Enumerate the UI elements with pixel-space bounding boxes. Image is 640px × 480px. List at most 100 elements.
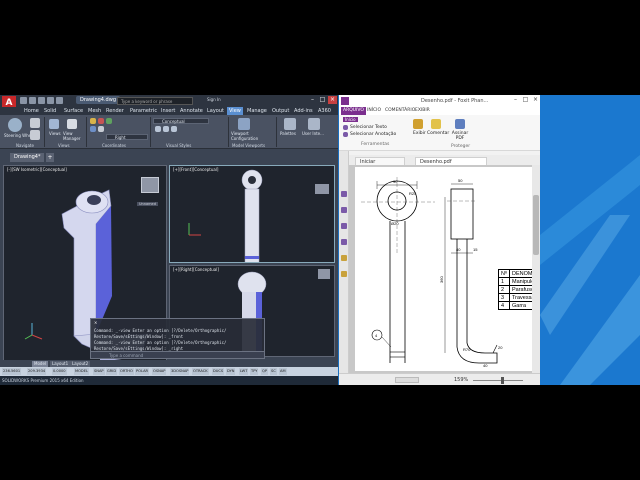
steering-wheel-icon[interactable]	[8, 118, 22, 132]
viewport-config-icon[interactable]	[238, 118, 250, 130]
pdf-maximize-icon[interactable]: □	[521, 96, 530, 104]
status-ducs[interactable]: DUCS	[212, 368, 225, 375]
tab-surface[interactable]: Surface	[64, 107, 83, 115]
scroll-thumb[interactable]	[533, 195, 539, 255]
status-lwt[interactable]: LWT	[239, 368, 249, 375]
ucs-world-icon[interactable]	[98, 126, 104, 132]
comment-label[interactable]: Comentar	[427, 131, 449, 136]
ucs-icon[interactable]	[90, 118, 96, 124]
ucs-z-icon[interactable]	[90, 126, 96, 132]
pdf-tab-exibir[interactable]: EXIBIR	[415, 107, 430, 115]
search-input[interactable]: Type a keyword or phrase	[117, 97, 193, 105]
pdf-close-icon[interactable]: ×	[531, 96, 540, 104]
redo-icon[interactable]	[56, 97, 63, 104]
tab-mesh[interactable]: Mesh	[88, 107, 101, 115]
pdf-tab-iniciar[interactable]: Iniciar	[355, 157, 405, 165]
view-manager-icon[interactable]	[67, 119, 77, 129]
tab-solid[interactable]: Solid	[44, 107, 56, 115]
minimize-icon[interactable]: –	[308, 96, 317, 104]
ucs-y-icon[interactable]	[106, 118, 112, 124]
pdf-tab-desenho[interactable]: Desenho.pdf	[415, 157, 487, 165]
undo-icon[interactable]	[47, 97, 54, 104]
viewcube-right-icon[interactable]	[318, 269, 330, 279]
status-otrack[interactable]: OTRACK	[192, 368, 209, 375]
tab-annotate[interactable]: Annotate	[180, 107, 203, 115]
select-annotation-icon[interactable]	[343, 132, 348, 137]
zoom-slider[interactable]	[473, 380, 523, 381]
security-icon[interactable]	[341, 271, 347, 277]
view-icon[interactable]	[413, 119, 423, 129]
foxit-logo-icon[interactable]	[341, 97, 349, 105]
tab-output[interactable]: Output	[272, 107, 289, 115]
pdf-tab-arquivo[interactable]: ARQUIVO	[341, 107, 366, 115]
shadow-icon[interactable]	[163, 126, 169, 132]
status-dyn[interactable]: DYN	[226, 368, 236, 375]
palettes-icon[interactable]	[284, 118, 296, 130]
new-icon[interactable]	[20, 97, 27, 104]
tab-render[interactable]: Render	[106, 107, 124, 115]
dim-r70: R70	[463, 347, 471, 352]
tab-a360[interactable]: A360	[318, 107, 331, 115]
orbit-icon[interactable]	[30, 130, 40, 140]
tab-parametric[interactable]: Parametric	[130, 107, 157, 115]
sign-pdf-label[interactable]: Assinar PDF	[451, 131, 469, 141]
tab-manage[interactable]: Manage	[247, 107, 267, 115]
viewcube-label[interactable]: Unnamed	[137, 202, 158, 206]
tab-addins[interactable]: Add-ins	[294, 107, 313, 115]
views-icon[interactable]	[49, 119, 59, 129]
pdf-tab-inicio[interactable]: INÍCIO	[367, 107, 381, 115]
attachments-icon[interactable]	[341, 239, 347, 245]
tab-view[interactable]: View	[227, 107, 243, 115]
viewcube-front-icon[interactable]	[315, 184, 329, 194]
pdf-scrollbar[interactable]	[532, 165, 540, 373]
status-polar[interactable]: POLAR	[135, 368, 150, 375]
visual-style-dropdown[interactable]: Conceptual	[153, 118, 209, 124]
pdf-minimize-icon[interactable]: –	[511, 96, 520, 104]
view-label[interactable]: Exibir	[413, 131, 426, 136]
layers-icon[interactable]	[341, 223, 347, 229]
pdf-tab-comentario[interactable]: COMENTÁRIO	[385, 107, 415, 115]
sign-pdf-icon[interactable]	[455, 119, 465, 129]
tab-home[interactable]: Home	[24, 107, 39, 115]
new-tab-icon[interactable]: +	[46, 153, 54, 162]
comments-panel-icon[interactable]	[341, 255, 347, 261]
bookmarks-icon[interactable]	[341, 191, 347, 197]
status-osnap[interactable]: OSNAP	[152, 368, 167, 375]
command-close-icon[interactable]: ×	[94, 320, 97, 325]
xray-icon[interactable]	[171, 126, 177, 132]
tab-insert[interactable]: Insert	[161, 107, 175, 115]
user-interface-icon[interactable]	[308, 118, 320, 130]
tab-layout[interactable]: Layout	[207, 107, 224, 115]
select-text-icon[interactable]	[343, 125, 348, 130]
status-qp[interactable]: QP	[261, 368, 268, 375]
status-snap[interactable]: SNAP	[93, 368, 105, 375]
status-tpy[interactable]: TPY	[250, 368, 259, 375]
viewport-front[interactable]: [+][Front][Conceptual]	[169, 165, 335, 263]
maximize-icon[interactable]: □	[318, 96, 327, 104]
comment-icon[interactable]	[431, 119, 441, 129]
viewcube-icon[interactable]	[141, 177, 159, 193]
close-icon[interactable]: ×	[328, 96, 337, 104]
ucs-x-icon[interactable]	[98, 118, 104, 124]
zoom-slider-thumb[interactable]	[501, 377, 504, 384]
select-text-label[interactable]: Selecionar Texto	[350, 125, 387, 130]
status-3dosnap[interactable]: 3DOSNAP	[170, 368, 190, 375]
status-am[interactable]: AM	[279, 368, 287, 375]
status-ortho[interactable]: ORTHO	[119, 368, 134, 375]
status-grid[interactable]: GRID	[106, 368, 118, 375]
edge-icon[interactable]	[155, 126, 161, 132]
page-nav[interactable]	[395, 377, 419, 383]
sign-in-link[interactable]: Sign In	[207, 97, 221, 102]
status-model[interactable]: MODEL	[74, 368, 89, 375]
status-sc[interactable]: SC	[270, 368, 277, 375]
pdf-ribbon-tab-inicio[interactable]: Início	[343, 117, 358, 122]
open-icon[interactable]	[29, 97, 36, 104]
zoom-level[interactable]: 159%	[454, 377, 468, 383]
view-dropdown[interactable]: Right	[106, 134, 148, 140]
select-annotation-label[interactable]: Selecionar Anotação	[350, 132, 396, 137]
save-icon[interactable]	[38, 97, 45, 104]
tab-drawing4[interactable]: Drawing4*	[10, 153, 44, 162]
pages-icon[interactable]	[341, 207, 347, 213]
command-input[interactable]: Type a command	[90, 351, 265, 359]
pan-icon[interactable]	[30, 118, 40, 128]
